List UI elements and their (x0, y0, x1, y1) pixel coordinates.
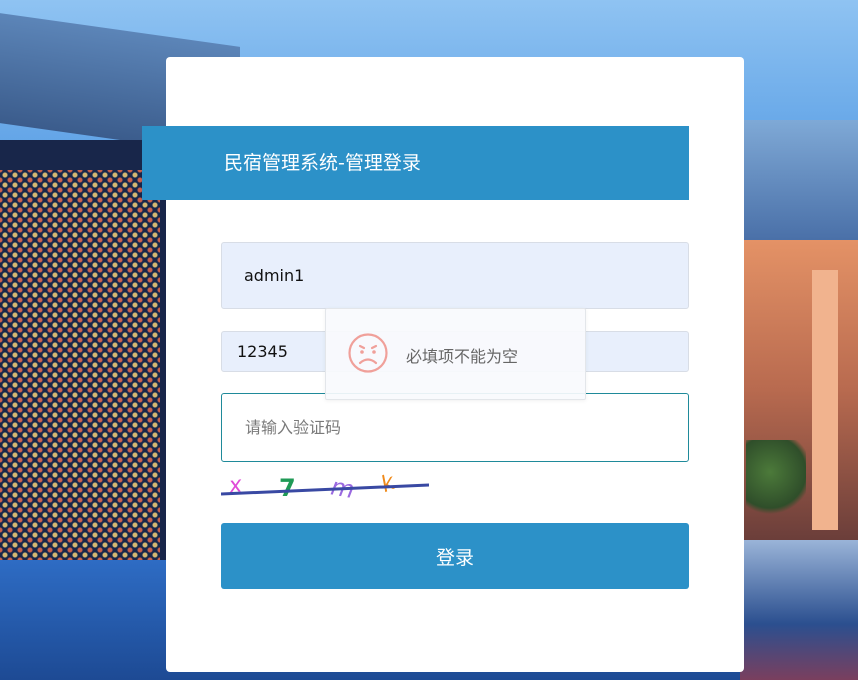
login-button[interactable]: 登录 (221, 523, 689, 589)
username-input[interactable] (221, 242, 689, 309)
background-plants (746, 440, 806, 520)
captcha-char-3: m (329, 472, 357, 500)
error-toast: 必填项不能为空 (325, 308, 586, 400)
toast-message: 必填项不能为空 (406, 347, 519, 366)
captcha-input[interactable] (221, 393, 689, 462)
captcha-char-4: k (377, 470, 399, 498)
captcha-char-2: 7 (279, 474, 296, 500)
sad-face-icon (348, 333, 388, 373)
background-lights (0, 170, 160, 600)
background-roof-right (728, 120, 858, 240)
background-pillar (812, 270, 838, 530)
captcha-image[interactable]: x 7 m k (221, 466, 429, 500)
login-header: 民宿管理系统-管理登录 (142, 126, 689, 200)
page-title: 民宿管理系统-管理登录 (224, 152, 421, 174)
background-pool-right (740, 540, 858, 680)
